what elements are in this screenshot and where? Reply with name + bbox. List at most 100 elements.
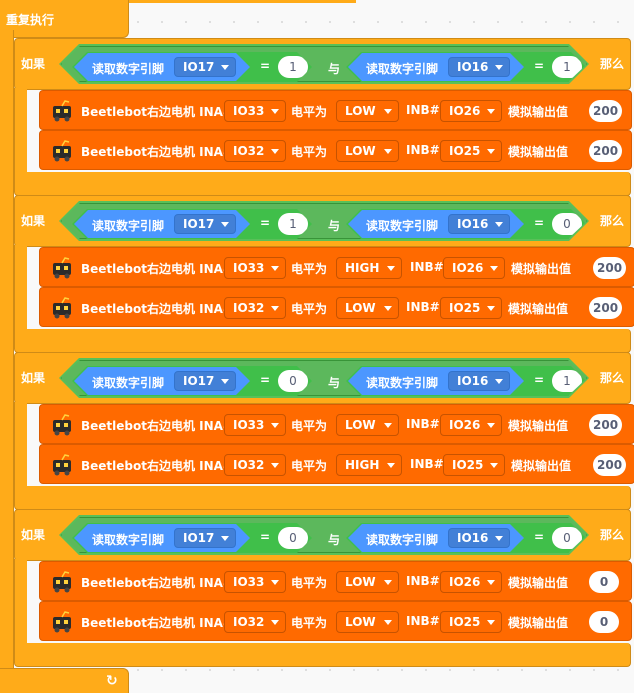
- chevron-down-icon: [490, 266, 498, 271]
- ina-pin-dropdown[interactable]: IO32: [224, 611, 286, 633]
- analog-output-input[interactable]: 200: [593, 257, 627, 279]
- then-label: 那么: [599, 57, 624, 71]
- compare-value-input[interactable]: 1: [278, 213, 308, 235]
- inb-pin-dropdown[interactable]: IO26: [440, 100, 502, 122]
- inb-pin-dropdown[interactable]: IO25: [443, 454, 505, 476]
- inb-pin-dropdown[interactable]: IO25: [440, 297, 502, 319]
- inb-pin-dropdown[interactable]: IO26: [440, 571, 502, 593]
- beetlebot-icon: [53, 140, 71, 162]
- analog-output-input[interactable]: 0: [589, 611, 619, 633]
- inb-label: INB#: [406, 614, 440, 628]
- level-label: 电平为: [291, 419, 328, 433]
- read-digital-pin-block[interactable]: 读取数字引脚 IO16: [348, 367, 524, 395]
- inb-pin-dropdown[interactable]: IO26: [443, 257, 505, 279]
- and-operator-block[interactable]: 读取数字引脚 IO17 = 0 与 读取数字引脚 IO16 = 1: [59, 358, 589, 398]
- equals-operator-block[interactable]: 读取数字引脚 IO17 = 1: [72, 209, 312, 239]
- pin-dropdown[interactable]: IO17: [174, 214, 236, 234]
- chevron-down-icon: [487, 149, 495, 154]
- level-dropdown[interactable]: HIGH: [336, 257, 402, 279]
- equals-operator-block[interactable]: 读取数字引脚 IO17 = 0: [72, 366, 312, 396]
- read-digital-pin-block[interactable]: 读取数字引脚 IO16: [348, 524, 524, 552]
- ina-pin-dropdown[interactable]: IO33: [224, 571, 286, 593]
- if-then-block[interactable]: 如果 那么 读取数字引脚 IO17 = 0 与读取数字引脚 IO16 = 0 Beetlebot右边…: [14, 509, 632, 667]
- compare-value-input[interactable]: 0: [278, 370, 308, 392]
- motor-control-block[interactable]: Beetlebot右边电机 INA# IO32 电平为 LOW INB# IO25 模拟输出…: [39, 601, 632, 641]
- inb-pin-dropdown-value: IO25: [449, 301, 481, 315]
- compare-value-input[interactable]: 0: [552, 527, 582, 549]
- equals-operator-block[interactable]: 读取数字引脚 IO17 = 0: [72, 523, 312, 553]
- and-operator-block[interactable]: 读取数字引脚 IO17 = 1 与 读取数字引脚 IO16 = 0: [59, 201, 589, 241]
- and-operator-block[interactable]: 读取数字引脚 IO17 = 0 与 读取数字引脚 IO16 = 0: [59, 515, 589, 555]
- ina-pin-dropdown[interactable]: IO33: [224, 257, 286, 279]
- ina-pin-dropdown[interactable]: IO32: [224, 454, 286, 476]
- motor-control-block[interactable]: Beetlebot右边电机 INA# IO33 电平为 LOW INB# IO26 模拟输出…: [39, 561, 632, 601]
- ina-pin-dropdown[interactable]: IO33: [224, 100, 286, 122]
- analog-output-input[interactable]: 200: [589, 414, 623, 436]
- if-then-block[interactable]: 如果 那么 读取数字引脚 IO17 = 1 与读取数字引脚 IO16 = 0 Beetlebot右边…: [14, 195, 634, 353]
- motor-control-block[interactable]: Beetlebot右边电机 INA# IO33 电平为 LOW INB# IO26 模拟输出…: [39, 90, 632, 130]
- analog-output-input[interactable]: 200: [589, 297, 623, 319]
- inb-pin-dropdown[interactable]: IO25: [440, 140, 502, 162]
- chevron-down-icon: [495, 379, 503, 384]
- analog-output-input[interactable]: 200: [593, 454, 627, 476]
- ina-pin-dropdown[interactable]: IO32: [224, 297, 286, 319]
- pin-dropdown[interactable]: IO16: [448, 528, 510, 548]
- level-dropdown[interactable]: LOW: [336, 100, 399, 122]
- pin-dropdown[interactable]: IO16: [448, 371, 510, 391]
- and-operator-body: 读取数字引脚 IO17 = 1 与 读取数字引脚 IO16 = 0: [61, 203, 587, 239]
- pin-dropdown[interactable]: IO17: [174, 528, 236, 548]
- motor-control-block[interactable]: Beetlebot右边电机 INA# IO33 电平为 HIGH INB# IO26 模拟输…: [39, 247, 634, 287]
- motor-control-block[interactable]: Beetlebot右边电机 INA# IO33 电平为 LOW INB# IO26 模拟输出…: [39, 404, 634, 444]
- pin-value: IO16: [457, 60, 489, 74]
- if-then-block[interactable]: 如果 那么 读取数字引脚 IO17 = 1 与读取数字引脚 IO16 = 1 Beetlebot右边…: [14, 38, 632, 196]
- equals-operator-block[interactable]: 读取数字引脚 IO16 = 1: [346, 366, 586, 396]
- level-label: 电平为: [291, 262, 328, 276]
- level-dropdown[interactable]: LOW: [336, 297, 399, 319]
- pin-dropdown[interactable]: IO17: [174, 57, 236, 77]
- pin-dropdown[interactable]: IO17: [174, 371, 236, 391]
- motor-control-block[interactable]: Beetlebot右边电机 INA# IO32 电平为 LOW INB# IO25 模拟输出…: [39, 130, 632, 170]
- inb-label: INB#: [406, 103, 440, 117]
- chevron-down-icon: [271, 620, 279, 625]
- if-then-block[interactable]: 如果 那么 读取数字引脚 IO17 = 0 与读取数字引脚 IO16 = 1 Beetlebot右边…: [14, 352, 634, 510]
- repeat-spine: [0, 30, 14, 670]
- analog-output-input[interactable]: 200: [589, 100, 623, 122]
- equals-operator-block[interactable]: 读取数字引脚 IO17 = 1: [72, 52, 312, 82]
- read-digital-pin-block[interactable]: 读取数字引脚 IO17: [74, 367, 250, 395]
- then-label: 那么: [599, 528, 624, 542]
- compare-value-input[interactable]: 1: [278, 56, 308, 78]
- and-label: 与: [328, 376, 341, 390]
- inb-pin-dropdown[interactable]: IO26: [440, 414, 502, 436]
- read-digital-pin-block[interactable]: 读取数字引脚 IO17: [74, 210, 250, 238]
- read-digital-pin-block[interactable]: 读取数字引脚 IO17: [74, 53, 250, 81]
- equals-operator-block[interactable]: 读取数字引脚 IO16 = 0: [346, 209, 586, 239]
- read-digital-pin-block[interactable]: 读取数字引脚 IO17: [74, 524, 250, 552]
- motor-control-block[interactable]: Beetlebot右边电机 INA# IO32 电平为 LOW INB# IO25 模拟输出…: [39, 287, 634, 327]
- analog-output-input[interactable]: 0: [589, 571, 619, 593]
- equals-operator-block[interactable]: 读取数字引脚 IO16 = 1: [346, 52, 586, 82]
- analog-output-input[interactable]: 200: [589, 140, 623, 162]
- level-dropdown[interactable]: LOW: [336, 571, 399, 593]
- read-digital-pin-block[interactable]: 读取数字引脚 IO16: [348, 210, 524, 238]
- repeat-forever-block[interactable]: 重复执行: [0, 0, 129, 38]
- level-dropdown[interactable]: LOW: [336, 414, 399, 436]
- read-digital-pin-block[interactable]: 读取数字引脚 IO16: [348, 53, 524, 81]
- ina-pin-dropdown[interactable]: IO32: [224, 140, 286, 162]
- compare-value-input[interactable]: 1: [552, 56, 582, 78]
- level-dropdown[interactable]: LOW: [336, 611, 399, 633]
- compare-value-input[interactable]: 0: [552, 213, 582, 235]
- ina-pin-dropdown-value: IO33: [233, 418, 265, 432]
- motor-control-block[interactable]: Beetlebot右边电机 INA# IO32 电平为 HIGH INB# IO25 模拟输…: [39, 444, 634, 484]
- inb-pin-dropdown[interactable]: IO25: [440, 611, 502, 633]
- compare-value-input[interactable]: 0: [278, 527, 308, 549]
- level-dropdown[interactable]: LOW: [336, 140, 399, 162]
- analog-out-label: 模拟输出值: [511, 459, 572, 473]
- compare-value-input[interactable]: 1: [552, 370, 582, 392]
- and-operator-block[interactable]: 读取数字引脚 IO17 = 1 与 读取数字引脚 IO16 = 1: [59, 44, 589, 84]
- level-dropdown[interactable]: HIGH: [336, 454, 402, 476]
- pin-dropdown[interactable]: IO16: [448, 57, 510, 77]
- ina-pin-dropdown[interactable]: IO33: [224, 414, 286, 436]
- read-digital-label: 读取数字引脚: [366, 533, 439, 547]
- pin-dropdown[interactable]: IO16: [448, 214, 510, 234]
- equals-operator-block[interactable]: 读取数字引脚 IO16 = 0: [346, 523, 586, 553]
